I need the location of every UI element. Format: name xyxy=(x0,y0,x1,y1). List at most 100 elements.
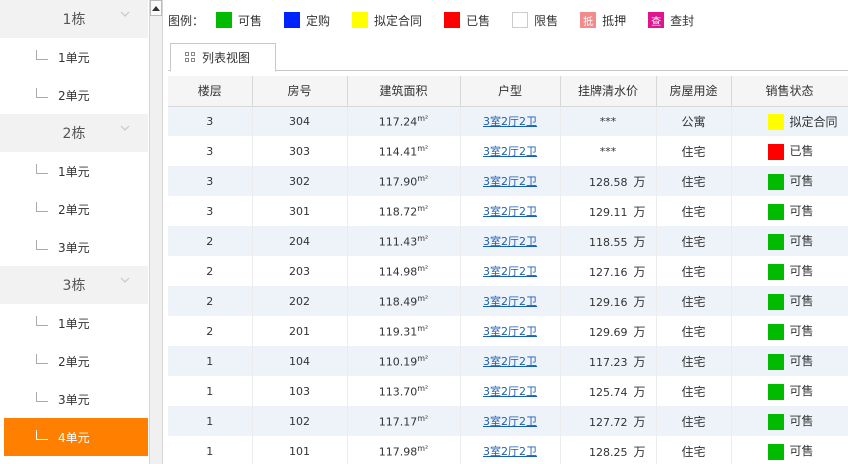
unit-item-1-2[interactable]: 2单元 xyxy=(0,76,148,114)
table-row[interactable]: 2 201 119.31m² 3室2厅2卫 129.69 万住宅 可售 xyxy=(168,316,848,346)
cell-status: 可售 xyxy=(731,286,848,316)
cell-area: 114.98m² xyxy=(347,256,461,286)
swatch-icon xyxy=(352,12,369,28)
scroll-up-arrow-icon[interactable] xyxy=(150,0,162,16)
status-swatch-icon xyxy=(767,383,784,400)
status-label: 拟定合同 xyxy=(789,114,838,129)
column-header-layout[interactable]: 户型 xyxy=(460,76,561,107)
cell-floor: 1 xyxy=(168,376,253,406)
chevron-down-icon xyxy=(120,277,130,283)
unit-item-3-1[interactable]: 1单元 xyxy=(0,304,148,342)
cell-usage: 公寓 xyxy=(656,106,732,136)
table-row[interactable]: 2 203 114.98m² 3室2厅2卫 127.16 万住宅 可售 xyxy=(168,256,848,286)
cell-price: *** xyxy=(560,106,657,136)
status-label: 可售 xyxy=(789,264,814,279)
column-header-room[interactable]: 房号 xyxy=(252,76,348,107)
cell-status: 可售 xyxy=(731,346,848,376)
layout-link[interactable]: 3室2厅2卫 xyxy=(483,295,537,308)
unit-item-2-1[interactable]: 1单元 xyxy=(0,152,148,190)
cell-price: *** xyxy=(560,136,657,166)
building-3[interactable]: 3栋 xyxy=(0,266,148,304)
legend-item-sold: 已售 xyxy=(444,12,490,29)
tab-list-view[interactable]: 列表视图 xyxy=(170,43,276,72)
area-unit: m² xyxy=(417,413,429,423)
layout-link[interactable]: 3室2厅2卫 xyxy=(483,445,537,458)
layout-link[interactable]: 3室2厅2卫 xyxy=(483,205,537,218)
layout-link[interactable]: 3室2厅2卫 xyxy=(483,385,537,398)
cell-area: 117.17m² xyxy=(347,406,461,436)
layout-link[interactable]: 3室2厅2卫 xyxy=(483,175,537,188)
layout-link[interactable]: 3室2厅2卫 xyxy=(483,235,537,248)
table-row[interactable]: 3 301 118.72m² 3室2厅2卫 129.11 万住宅 可售 xyxy=(168,196,848,226)
column-header-price[interactable]: 挂牌清水价 xyxy=(560,76,657,107)
swatch-icon xyxy=(216,12,233,28)
table-row[interactable]: 3 304 117.24m² 3室2厅2卫 *** 公寓 拟定合同 xyxy=(168,106,848,136)
area-unit: m² xyxy=(417,233,429,243)
table-row[interactable]: 2 204 111.43m² 3室2厅2卫 118.55 万住宅 可售 xyxy=(168,226,848,256)
cell-layout: 3室2厅2卫 xyxy=(460,316,561,346)
legend: 图例： 可售 定购 拟定合同 已售 限售 抵抵押 查查封 xyxy=(168,10,716,30)
cell-price: 127.16 万 xyxy=(560,256,657,286)
price-unit: 万 xyxy=(633,414,646,429)
cell-usage: 住宅 xyxy=(656,406,732,436)
vertical-scrollbar[interactable] xyxy=(149,0,163,464)
legend-title: 图例： xyxy=(168,13,205,28)
cell-room: 301 xyxy=(252,196,348,226)
unit-item-2-3[interactable]: 3单元 xyxy=(0,228,148,266)
layout-link[interactable]: 3室2厅2卫 xyxy=(483,265,537,278)
layout-link[interactable]: 3室2厅2卫 xyxy=(483,325,537,338)
unit-item-3-3[interactable]: 3单元 xyxy=(0,380,148,418)
table-row[interactable]: 1 102 117.17m² 3室2厅2卫 127.72 万住宅 可售 xyxy=(168,406,848,436)
grid-icon xyxy=(185,52,196,63)
cell-area: 118.49m² xyxy=(347,286,461,316)
legend-item-reserved: 定购 xyxy=(284,12,330,29)
status-swatch-icon xyxy=(767,323,784,340)
cell-floor: 2 xyxy=(168,226,253,256)
cell-price: 117.23 万 xyxy=(560,346,657,376)
cell-area: 114.41m² xyxy=(347,136,461,166)
unit-item-2-2[interactable]: 2单元 xyxy=(0,190,148,228)
table-row[interactable]: 3 303 114.41m² 3室2厅2卫 *** 住宅 已售 xyxy=(168,136,848,166)
area-unit: m² xyxy=(417,353,429,363)
cell-room: 304 xyxy=(252,106,348,136)
table-row[interactable]: 1 104 110.19m² 3室2厅2卫 117.23 万住宅 可售 xyxy=(168,346,848,376)
cell-price: 118.55 万 xyxy=(560,226,657,256)
column-header-usage[interactable]: 房屋用途 xyxy=(656,76,732,107)
layout-link[interactable]: 3室2厅2卫 xyxy=(483,355,537,368)
cell-layout: 3室2厅2卫 xyxy=(460,286,561,316)
price-unit: 万 xyxy=(633,174,646,189)
layout-link[interactable]: 3室2厅2卫 xyxy=(483,145,537,158)
cell-floor: 2 xyxy=(168,286,253,316)
building-1[interactable]: 1栋 xyxy=(0,0,148,38)
column-header-floor[interactable]: 楼层 xyxy=(168,76,253,107)
building-label: 1栋 xyxy=(62,12,86,28)
cell-layout: 3室2厅2卫 xyxy=(460,166,561,196)
column-header-area[interactable]: 建筑面积 xyxy=(347,76,461,107)
cell-price: 128.25 万 xyxy=(560,436,657,464)
unit-item-3-4-selected[interactable]: 4单元 xyxy=(4,418,148,456)
area-unit: m² xyxy=(417,143,429,153)
cell-area: 117.24m² xyxy=(347,106,461,136)
cell-area: 118.72m² xyxy=(347,196,461,226)
building-2[interactable]: 2栋 xyxy=(0,114,148,152)
status-label: 可售 xyxy=(789,354,814,369)
table-row[interactable]: 2 202 118.49m² 3室2厅2卫 129.16 万住宅 可售 xyxy=(168,286,848,316)
area-unit: m² xyxy=(417,383,429,393)
table-row[interactable]: 1 103 113.70m² 3室2厅2卫 125.74 万住宅 可售 xyxy=(168,376,848,406)
status-swatch-icon xyxy=(767,143,784,160)
layout-link[interactable]: 3室2厅2卫 xyxy=(483,415,537,428)
layout-link[interactable]: 3室2厅2卫 xyxy=(483,115,537,128)
table-row[interactable]: 1 101 117.98m² 3室2厅2卫 128.25 万住宅 可售 xyxy=(168,436,848,464)
cell-layout: 3室2厅2卫 xyxy=(460,256,561,286)
tree-branch-icon xyxy=(36,240,48,250)
unit-item-3-2[interactable]: 2单元 xyxy=(0,342,148,380)
table-row[interactable]: 3 302 117.90m² 3室2厅2卫 128.58 万住宅 可售 xyxy=(168,166,848,196)
unit-item-1-1[interactable]: 1单元 xyxy=(0,38,148,76)
column-header-status[interactable]: 销售状态 xyxy=(731,76,848,107)
cell-floor: 3 xyxy=(168,106,253,136)
cell-area: 110.19m² xyxy=(347,346,461,376)
legend-item-restricted: 限售 xyxy=(512,12,558,29)
price-unit: 万 xyxy=(633,204,646,219)
cell-room: 101 xyxy=(252,436,348,464)
cell-price: 127.72 万 xyxy=(560,406,657,436)
